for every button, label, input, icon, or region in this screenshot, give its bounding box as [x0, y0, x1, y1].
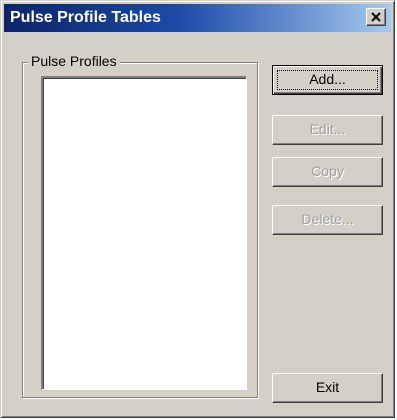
add-button[interactable]: Add...: [272, 65, 383, 95]
title-bar[interactable]: Pulse Profile Tables: [4, 4, 391, 32]
edit-button[interactable]: Edit...: [272, 115, 383, 145]
pulse-profiles-label: Pulse Profiles: [28, 53, 120, 69]
pulse-profiles-list[interactable]: [41, 76, 247, 390]
copy-button-label: Copy: [311, 163, 344, 179]
close-button[interactable]: [366, 8, 386, 26]
exit-button[interactable]: Exit: [272, 373, 383, 403]
edit-button-label: Edit...: [309, 121, 346, 137]
focus-rectangle: [277, 70, 378, 90]
delete-button-label: Delete...: [301, 211, 354, 227]
delete-button[interactable]: Delete...: [272, 205, 383, 235]
exit-button-label: Exit: [315, 379, 340, 395]
window-title: Pulse Profile Tables: [10, 9, 161, 26]
copy-button[interactable]: Copy: [272, 157, 383, 187]
close-icon: [371, 12, 381, 22]
